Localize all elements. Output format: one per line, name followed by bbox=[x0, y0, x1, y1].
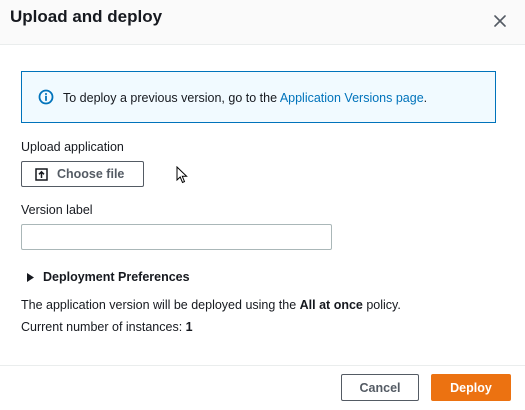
close-icon bbox=[494, 15, 506, 27]
policy-name: All at once bbox=[299, 298, 363, 312]
policy-suffix: policy. bbox=[362, 298, 401, 312]
upload-application-label: Upload application bbox=[21, 140, 124, 154]
policy-prefix: The application version will be deployed… bbox=[21, 298, 300, 312]
dialog-header: Upload and deploy bbox=[0, 0, 525, 45]
upload-deploy-dialog: Upload and deploy To deploy a previous v… bbox=[0, 0, 525, 410]
upload-icon bbox=[35, 167, 48, 181]
cancel-button[interactable]: Cancel bbox=[341, 374, 419, 401]
choose-file-button[interactable]: Choose file bbox=[21, 161, 144, 187]
deploy-button[interactable]: Deploy bbox=[431, 374, 511, 401]
info-icon bbox=[38, 89, 54, 105]
info-message: To deploy a previous version, go to the bbox=[63, 91, 280, 105]
policy-text: The application version will be deployed… bbox=[21, 298, 401, 312]
version-label-label: Version label bbox=[21, 203, 93, 217]
mouse-cursor-icon bbox=[176, 166, 188, 184]
caret-right-icon bbox=[27, 272, 34, 282]
application-versions-link[interactable]: Application Versions page bbox=[280, 91, 424, 105]
info-alert: To deploy a previous version, go to the … bbox=[21, 71, 496, 123]
info-suffix: . bbox=[423, 91, 428, 105]
deployment-preferences-label: Deployment Preferences bbox=[43, 270, 190, 284]
dialog-footer: Cancel Deploy bbox=[0, 365, 525, 410]
version-label-input[interactable] bbox=[21, 224, 332, 250]
deployment-preferences-toggle[interactable]: Deployment Preferences bbox=[27, 270, 190, 284]
instances-count: 1 bbox=[185, 320, 193, 334]
dialog-title: Upload and deploy bbox=[10, 7, 163, 26]
info-text: To deploy a previous version, go to the … bbox=[63, 91, 427, 105]
choose-file-label: Choose file bbox=[57, 167, 125, 181]
instances-text: Current number of instances: 1 bbox=[21, 320, 193, 334]
close-button[interactable] bbox=[487, 8, 513, 34]
instances-label: Current number of instances: bbox=[21, 320, 186, 334]
